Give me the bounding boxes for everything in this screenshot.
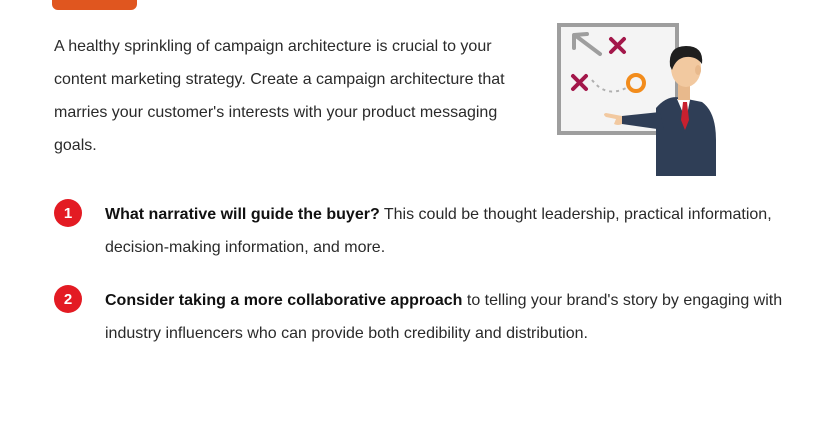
list-item-bold-lead: Consider taking a more collaborative app… [105, 292, 463, 309]
number-badge: 2 [54, 285, 82, 313]
intro-paragraph: A healthy sprinkling of campaign archite… [54, 38, 505, 154]
list-item: 1 What narrative will guide the buyer? T… [54, 198, 784, 264]
whiteboard-presenter-icon [557, 23, 716, 176]
list-item-bold-lead: What narrative will guide the buyer? [105, 206, 380, 223]
strategy-whiteboard-illustration [556, 20, 718, 176]
list-item-text: Consider taking a more collaborative app… [105, 284, 784, 350]
section-header-tab [52, 0, 137, 10]
number-badge: 1 [54, 199, 82, 227]
list-item: 2 Consider taking a more collaborative a… [54, 284, 784, 350]
list-item-text: What narrative will guide the buyer? Thi… [105, 198, 784, 264]
